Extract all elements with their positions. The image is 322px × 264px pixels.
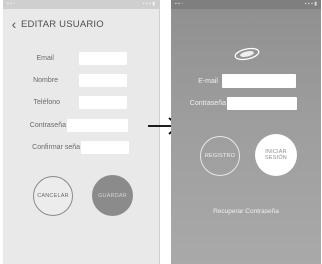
- login-label-line2: SESIÓN: [265, 155, 287, 161]
- back-arrow-icon[interactable]: ‹: [7, 9, 21, 39]
- name-row: Nombre: [3, 74, 127, 87]
- login-button[interactable]: INICIAR SESIÓN: [255, 134, 297, 176]
- confirm-row: Confirmar seña: [3, 141, 129, 154]
- login-email-row: E-mail: [171, 74, 296, 88]
- recover-password-link[interactable]: Recuperar Contraseña: [171, 208, 321, 215]
- save-button[interactable]: GUARDAR: [92, 175, 133, 216]
- app-logo-icon: [234, 47, 260, 61]
- status-bar: ▪ ▪ ▫ ▪ ▪ ▪ ▮: [3, 0, 159, 9]
- status-icons-right: ▪ ▪ ▪ ▮: [304, 1, 317, 7]
- status-icons-right: ▪ ▪ ▪ ▮: [142, 1, 155, 7]
- email-field[interactable]: [79, 52, 127, 65]
- status-icons-left: ▪ ▪ ▫: [7, 1, 16, 7]
- login-email-field[interactable]: [222, 74, 296, 88]
- cancel-button[interactable]: CANCELAR: [33, 176, 73, 216]
- password-label: Contraseña: [29, 122, 66, 129]
- name-label: Nombre: [33, 77, 58, 84]
- cancel-button-label: CANCELAR: [37, 193, 69, 199]
- login-password-row: Contraseña: [171, 97, 297, 110]
- login-password-field[interactable]: [227, 97, 297, 110]
- register-button[interactable]: REGISTRO: [200, 136, 240, 176]
- edit-user-screen: ▪ ▪ ▫ ▪ ▪ ▪ ▮ ‹ EDITAR USUARIO Email Nom…: [3, 0, 160, 264]
- name-field[interactable]: [79, 74, 127, 87]
- confirm-label: Confirmar seña: [32, 144, 80, 151]
- phone-field[interactable]: [79, 96, 127, 109]
- password-row: Contraseña: [3, 119, 128, 132]
- status-icons-left: ▪ ▪ ▫: [175, 1, 184, 7]
- register-button-label: REGISTRO: [204, 153, 236, 159]
- login-email-label: E-mail: [198, 77, 218, 85]
- status-bar: ▪ ▪ ▫ ▪ ▪ ▪ ▮: [171, 0, 321, 9]
- login-password-label: Contraseña: [189, 100, 226, 107]
- login-screen: ▪ ▪ ▫ ▪ ▪ ▪ ▮ E-mail Contraseña REGISTRO…: [171, 0, 321, 264]
- phone-label: Teléfono: [33, 99, 60, 106]
- email-row: Email: [3, 52, 127, 65]
- password-field[interactable]: [67, 119, 128, 132]
- page-title: EDITAR USUARIO: [21, 18, 104, 30]
- app-bar: ‹ EDITAR USUARIO: [3, 9, 159, 39]
- phone-row: Teléfono: [3, 96, 127, 109]
- email-label: Email: [36, 55, 54, 62]
- login-button-label: INICIAR SESIÓN: [265, 149, 287, 161]
- confirm-field[interactable]: [81, 141, 129, 154]
- save-button-label: GUARDAR: [98, 192, 127, 199]
